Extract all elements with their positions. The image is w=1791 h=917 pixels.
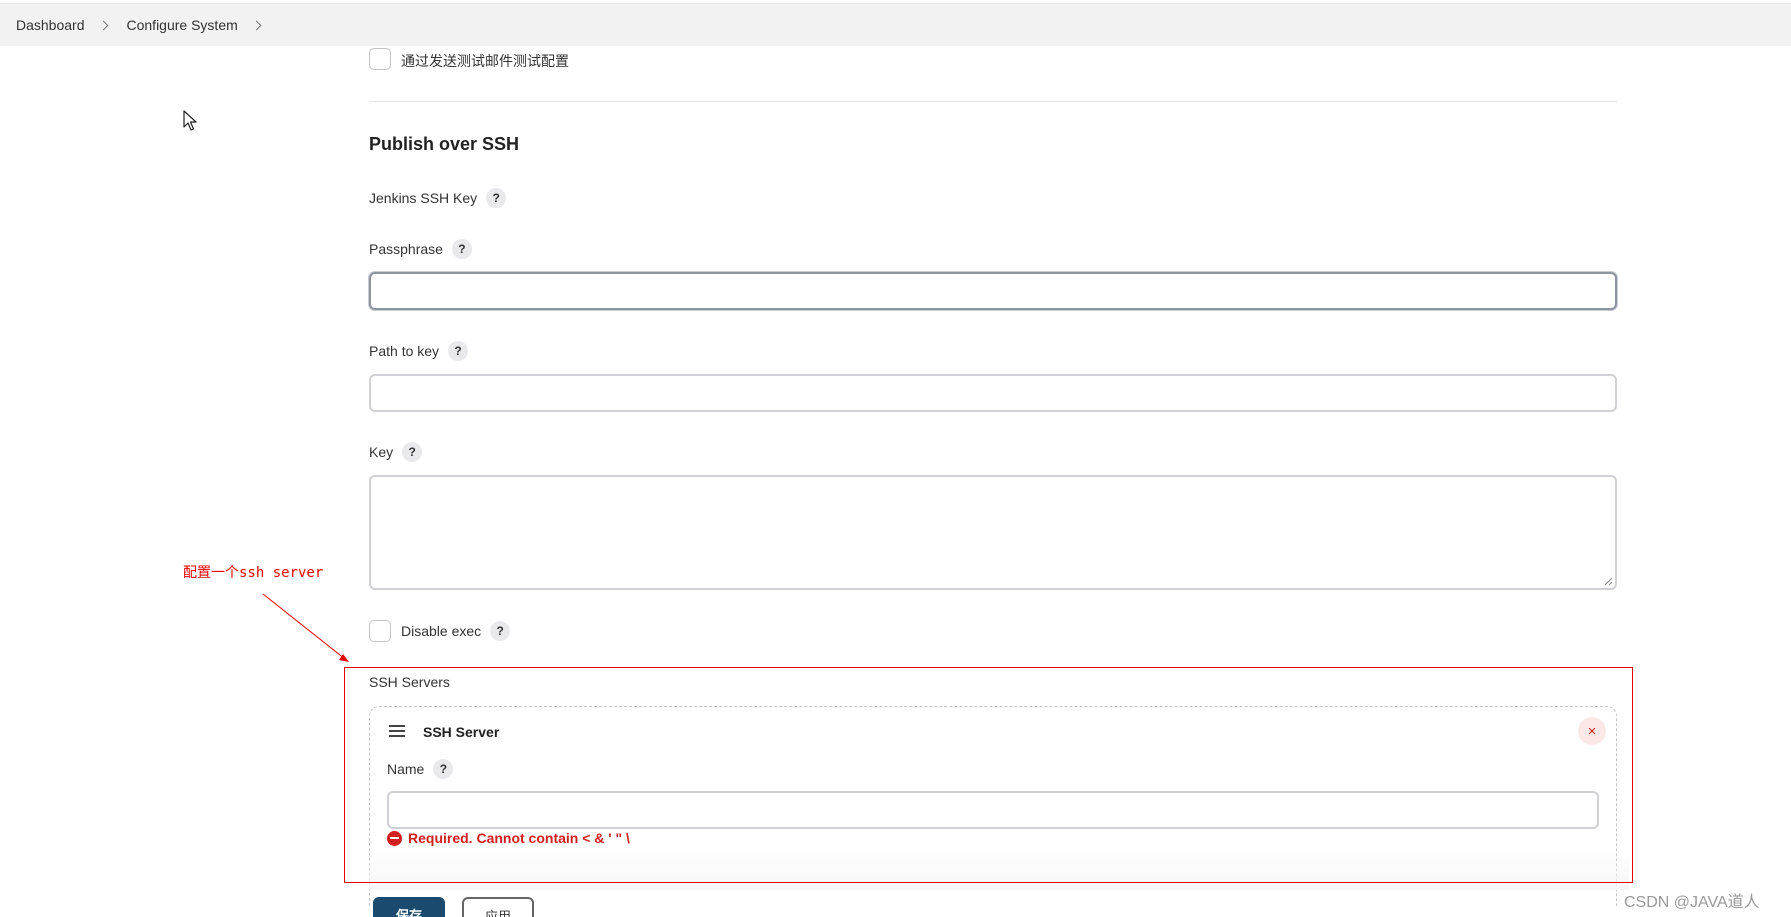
section-title: Publish over SSH xyxy=(369,134,520,154)
resize-grip-icon[interactable] xyxy=(1604,577,1613,586)
watermark: CSDN @JAVA道人 xyxy=(1624,894,1760,911)
disable-exec-label-text: Disable exec xyxy=(401,623,482,639)
path-to-key-field[interactable] xyxy=(369,374,1617,412)
help-icon[interactable]: ? xyxy=(486,188,507,208)
section-divider xyxy=(369,101,1617,102)
passphrase-label-text: Passphrase xyxy=(369,241,443,257)
breadcrumb-configure-system[interactable]: Configure System xyxy=(127,17,238,33)
annotation-text: 配置一个ssh server xyxy=(183,565,324,581)
apply-button[interactable]: 应用 xyxy=(462,897,534,917)
breadcrumb-dashboard[interactable]: Dashboard xyxy=(16,17,85,33)
help-icon[interactable]: ? xyxy=(402,442,423,462)
breadcrumb: Dashboard Configure System xyxy=(0,3,1791,46)
chevron-right-icon[interactable] xyxy=(251,20,262,30)
save-button[interactable]: 保存 xyxy=(373,897,445,917)
chevron-right-icon[interactable] xyxy=(98,20,108,30)
help-icon[interactable]: ? xyxy=(451,239,472,259)
disable-exec-checkbox[interactable] xyxy=(369,620,391,642)
annotation-highlight-box xyxy=(344,667,1633,883)
help-icon[interactable]: ? xyxy=(490,621,511,641)
disable-exec-label: Disable exec ? xyxy=(401,620,511,642)
path-to-key-label: Path to key ? xyxy=(369,341,469,361)
jenkins-ssh-key-label-text: Jenkins SSH Key xyxy=(369,190,478,206)
test-mail-checkbox-label: 通过发送测试邮件测试配置 xyxy=(401,53,569,69)
key-label-text: Key xyxy=(369,444,394,460)
mouse-cursor-icon xyxy=(183,110,197,131)
help-icon[interactable]: ? xyxy=(448,341,469,361)
key-label: Key ? xyxy=(369,442,423,462)
test-mail-checkbox[interactable] xyxy=(369,48,391,70)
key-textarea[interactable] xyxy=(369,475,1617,590)
path-to-key-label-text: Path to key xyxy=(369,343,440,359)
passphrase-field[interactable] xyxy=(369,272,1617,310)
jenkins-ssh-key-label: Jenkins SSH Key ? xyxy=(369,188,507,208)
passphrase-label: Passphrase ? xyxy=(369,239,472,259)
